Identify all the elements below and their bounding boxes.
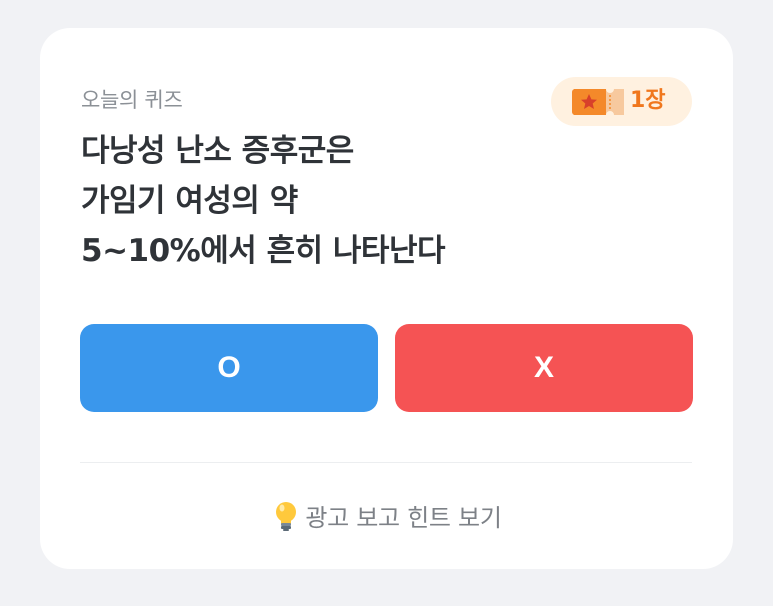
ticket-badge: 1장	[551, 77, 692, 126]
question-line: 가임기 여성의 약	[81, 183, 298, 219]
question-line: 다낭성 난소 증후군은	[81, 133, 354, 169]
lightbulb-icon	[276, 501, 297, 531]
question-line: 5~10%에서 흔히 나타난다	[81, 233, 446, 269]
quiz-label: 오늘의 퀴즈	[81, 88, 183, 112]
quiz-card: 오늘의 퀴즈 1장 다낭성 난소 증후군은 가임기 여성의 약 5~10%에서 …	[40, 28, 733, 569]
divider	[80, 462, 692, 463]
hint-label: 광고 보고 힌트 보기	[305, 504, 502, 532]
ticket-count: 1장	[630, 88, 666, 113]
quiz-question: 다낭성 난소 증후군은 가임기 여성의 약 5~10%에서 흔히 나타난다	[81, 126, 641, 276]
watch-ad-hint-button[interactable]: 광고 보고 힌트 보기	[40, 498, 733, 533]
ticket-icon	[572, 89, 624, 115]
answer-o-button[interactable]: O	[80, 324, 378, 412]
answer-x-button[interactable]: X	[395, 324, 693, 412]
